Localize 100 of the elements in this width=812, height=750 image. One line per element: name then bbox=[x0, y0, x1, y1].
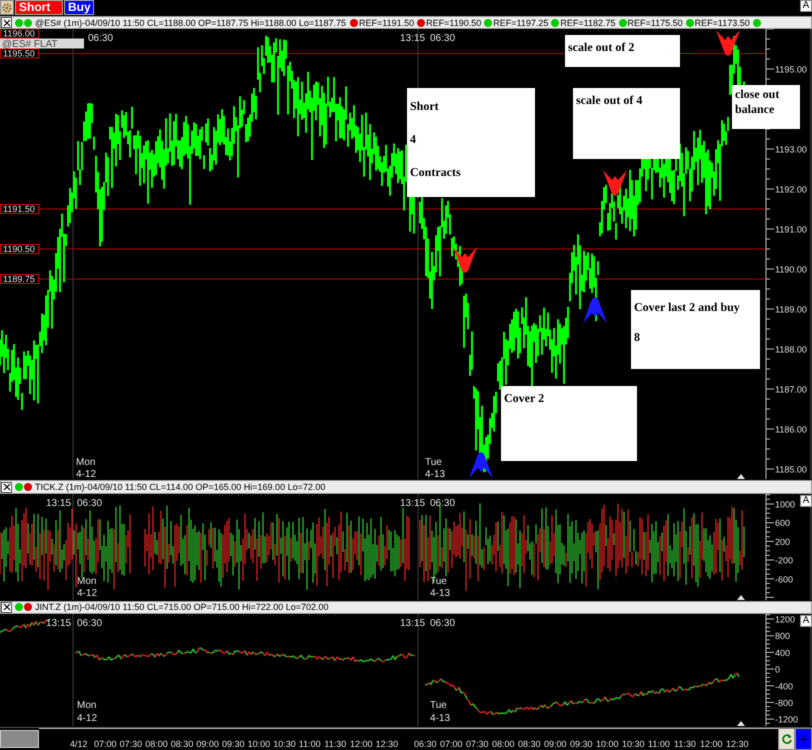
time-axis-label: 4/12 bbox=[70, 739, 88, 750]
time-axis-label: 10:30 bbox=[622, 739, 644, 750]
ref-level: REF=1173.50 bbox=[694, 18, 750, 28]
date-label: 4-12 bbox=[77, 713, 98, 724]
day-label: Tue bbox=[430, 576, 447, 587]
time-axis-label: 09:00 bbox=[196, 739, 219, 750]
price-label: 1195.50 bbox=[0, 48, 39, 59]
refresh-icon bbox=[780, 733, 793, 746]
autoscale-button[interactable]: A bbox=[800, 494, 812, 507]
time-axis-label: 12:30 bbox=[726, 739, 748, 750]
axis-label: 1195.00 bbox=[775, 64, 807, 75]
ref-level: REF=1191.50 bbox=[359, 18, 414, 28]
close-icon bbox=[2, 18, 10, 27]
day-label: Mon bbox=[77, 700, 96, 712]
axis-label: -200 bbox=[775, 555, 794, 566]
ref-level: REF=1197.25 bbox=[493, 18, 548, 28]
axis-label: 1187.00 bbox=[775, 384, 807, 395]
axis-label: 600 bbox=[775, 518, 790, 528]
axis-label: -600 bbox=[775, 574, 794, 584]
axis-label: 1185.00 bbox=[775, 464, 807, 475]
time-label: 06:30 bbox=[430, 618, 456, 630]
date-label: 4-13 bbox=[430, 713, 450, 724]
time-axis-label: 08:00 bbox=[145, 739, 168, 750]
pane-title: JINT.Z (1m)-04/09/10 11:50 CL=715.00 OP=715.00 Hi=722.00 Lo=702.00 bbox=[35, 602, 329, 612]
time-axis-label: 10:00 bbox=[248, 739, 270, 750]
ref-level: REF=1175.50 bbox=[628, 18, 683, 28]
autoscale-button[interactable]: A bbox=[800, 615, 812, 628]
plus-icon bbox=[799, 734, 808, 744]
time-axis-label: 07:30 bbox=[120, 739, 142, 750]
axis-label: 1189.00 bbox=[775, 304, 807, 315]
time-axis-label: 12:00 bbox=[350, 739, 372, 750]
day-label: Tue bbox=[430, 700, 447, 712]
axis-label: 1200 bbox=[775, 614, 796, 625]
time-axis-label: 08:00 bbox=[492, 739, 514, 750]
axis-label: 0 bbox=[775, 664, 780, 675]
annotation-note: Cover last 2 and buy 8 bbox=[631, 290, 760, 370]
add-button[interactable] bbox=[795, 728, 812, 750]
close-button[interactable] bbox=[1, 482, 12, 493]
buy-button[interactable]: Buy bbox=[64, 0, 94, 16]
time-axis-label: 10:00 bbox=[596, 739, 618, 750]
price-label: 1190.50 bbox=[0, 244, 39, 254]
time-axis-label: 12:00 bbox=[700, 739, 722, 750]
scrollbar-thumb[interactable] bbox=[0, 730, 39, 748]
pane-title: TICK.Z (1m)-04/09/10 11:50 CL=114.00 OP=165.00 Hi=169.00 Lo=72.00 bbox=[35, 482, 326, 492]
time-label: 06:30 bbox=[88, 33, 114, 44]
time-axis-label: 06:30 bbox=[414, 739, 436, 750]
time-axis-label: 09:30 bbox=[222, 739, 244, 750]
axis-label: 1192.00 bbox=[775, 184, 807, 195]
annotation-note: scale out of 2 bbox=[565, 35, 680, 68]
annotation-note: Short 4 Contracts bbox=[407, 88, 535, 198]
day-label: Tue bbox=[425, 457, 442, 468]
time-label: 13:15 bbox=[400, 618, 426, 630]
price-label: 1191.50 bbox=[0, 204, 39, 214]
refresh-button[interactable] bbox=[778, 728, 796, 750]
axis-label: 200 bbox=[775, 536, 790, 547]
axis-label: 400 bbox=[775, 648, 790, 658]
annotation-note: scale out of 4 bbox=[573, 88, 680, 160]
time-label: 13:15 bbox=[46, 498, 72, 509]
annotation-note: Cover 2 bbox=[501, 386, 637, 462]
close-icon bbox=[2, 603, 10, 612]
annotation-note: close out balance bbox=[732, 85, 800, 130]
time-axis-label: 07:00 bbox=[440, 739, 462, 750]
time-axis-label: 09:00 bbox=[544, 739, 566, 750]
axis-label: -1200 bbox=[775, 714, 798, 725]
short-button[interactable]: Short bbox=[15, 0, 63, 16]
ref-level: REF=1190.50 bbox=[426, 18, 482, 28]
time-label: 06:30 bbox=[430, 33, 456, 44]
ref-level: REF=1182.75 bbox=[560, 18, 616, 28]
settings-button[interactable] bbox=[0, 0, 14, 16]
time-label: 13:15 bbox=[46, 618, 72, 630]
time-axis-label: 11:30 bbox=[324, 739, 346, 750]
axis-label: 1000 bbox=[775, 499, 796, 510]
axis-label: 1186.00 bbox=[775, 424, 807, 435]
symbol-label: @ES# FLAT bbox=[0, 38, 84, 50]
time-axis-label: 07:00 bbox=[94, 739, 116, 750]
autoscale-button[interactable]: A bbox=[800, 0, 812, 12]
triangle-icon bbox=[737, 721, 745, 726]
date-label: 4-13 bbox=[425, 469, 446, 480]
price-label: 1189.75 bbox=[0, 274, 39, 284]
axis-label: 1188.00 bbox=[775, 344, 807, 355]
time-axis-label: 12:30 bbox=[376, 739, 398, 750]
time-label: 06:30 bbox=[430, 498, 456, 509]
settings-icon bbox=[2, 2, 12, 13]
day-label: Mon bbox=[76, 457, 96, 468]
day-label: Mon bbox=[77, 576, 96, 587]
close-icon bbox=[2, 483, 10, 492]
axis-label: 1193.00 bbox=[775, 144, 807, 155]
date-label: 4-13 bbox=[430, 588, 450, 599]
axis-label: -800 bbox=[775, 698, 794, 708]
close-button[interactable] bbox=[1, 602, 12, 613]
pane-title: @ES# (1m)-04/09/10 11:50 CL=1188.00 OP=1187.75 Hi=1188.00 Lo=1187.75 bbox=[35, 18, 346, 28]
time-axis-label: 07:30 bbox=[466, 739, 488, 750]
time-axis-label: 10:30 bbox=[273, 739, 296, 750]
axis-label: 800 bbox=[775, 631, 790, 642]
close-button[interactable] bbox=[1, 17, 12, 28]
time-axis-label: 08:30 bbox=[170, 739, 194, 750]
time-axis-label: 09:30 bbox=[570, 739, 592, 750]
time-label: 13:15 bbox=[400, 498, 426, 509]
time-label: 13:15 bbox=[400, 33, 426, 44]
date-label: 4-12 bbox=[76, 469, 96, 480]
